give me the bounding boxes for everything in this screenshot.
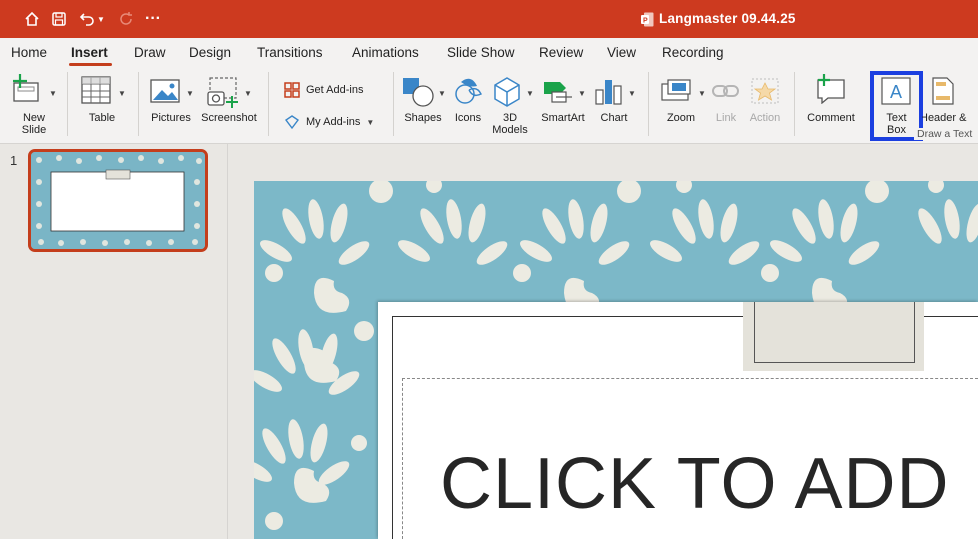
3d-models-label: 3D Models (492, 112, 528, 136)
ribbon-separator (794, 72, 795, 136)
icons-button[interactable]: Icons (451, 74, 485, 128)
card-tab-inner (754, 302, 915, 363)
my-addins-label: My Add-ins (306, 116, 361, 128)
comment-button[interactable]: Comment (804, 74, 858, 128)
chevron-down-icon[interactable]: ▼ (366, 118, 374, 127)
tab-slide-show[interactable]: Slide Show (447, 45, 515, 60)
get-addins-button[interactable]: Get Add-ins (284, 82, 363, 98)
chevron-down-icon[interactable]: ▼ (118, 88, 126, 100)
icons-insert-icon (455, 78, 482, 104)
zoom-button[interactable]: ▼ Zoom (660, 74, 706, 128)
chart-icon (595, 80, 622, 105)
chevron-down-icon[interactable]: ▼ (49, 88, 57, 100)
my-addins-icon (284, 115, 300, 130)
shapes-label: Shapes (404, 112, 442, 124)
action-icon (751, 78, 779, 104)
text-box-tooltip: Draw a Text (914, 128, 976, 140)
smartart-icon (544, 82, 572, 103)
redo-icon[interactable] (116, 9, 136, 29)
get-addins-label: Get Add-ins (306, 84, 364, 96)
chevron-down-icon[interactable]: ▼ (244, 88, 252, 100)
tab-draw[interactable]: Draw (134, 45, 166, 60)
pictures-button[interactable]: ▼ Pictures (146, 74, 198, 128)
3d-models-icon (494, 77, 520, 107)
chevron-down-icon[interactable]: ▼ (438, 88, 446, 100)
chart-label: Chart (600, 112, 628, 124)
chart-button[interactable]: ▼ Chart (594, 74, 638, 128)
tab-recording[interactable]: Recording (662, 45, 724, 60)
pictures-icon (150, 79, 180, 103)
more-icon[interactable]: ··· (143, 9, 163, 29)
chevron-down-icon[interactable]: ▼ (186, 88, 194, 100)
chevron-down-icon[interactable]: ▼ (526, 88, 534, 100)
shapes-icon (403, 78, 434, 107)
ribbon-separator (67, 72, 68, 136)
undo-icon[interactable] (77, 9, 97, 29)
chevron-down-icon[interactable]: ▼ (628, 88, 636, 100)
action-button[interactable]: Action (746, 74, 784, 128)
table-icon (81, 76, 111, 104)
zoom-label: Zoom (666, 112, 696, 124)
smartart-label: SmartArt (541, 112, 585, 124)
tab-animations[interactable]: Animations (352, 45, 419, 60)
comment-label: Comment (807, 112, 855, 124)
comment-icon (817, 74, 845, 104)
slide-number: 1 (10, 153, 18, 168)
icons-label: Icons (454, 112, 482, 124)
3d-models-button[interactable]: ▼ 3D Models (490, 74, 536, 138)
tab-view[interactable]: View (607, 45, 636, 60)
tab-home[interactable]: Home (11, 45, 47, 60)
ribbon-separator (138, 72, 139, 136)
new-slide-icon (13, 74, 39, 102)
my-addins-button[interactable]: My Add-ins ▼ (284, 114, 374, 130)
thumbnail-pattern (31, 152, 205, 249)
link-label: Link (715, 112, 737, 124)
link-button[interactable]: Link (710, 74, 742, 128)
new-slide-label: New Slide (21, 112, 47, 136)
title-bar: ▼ ··· P Langmaster 09.44.25 (0, 0, 978, 38)
header-footer-icon (932, 77, 954, 105)
tab-design[interactable]: Design (189, 45, 231, 60)
smartart-button[interactable]: ▼ SmartArt (538, 74, 594, 128)
save-icon[interactable] (49, 9, 69, 29)
ribbon-separator (268, 72, 269, 136)
new-slide-button[interactable]: ▼ New Slide (8, 74, 60, 138)
tab-review[interactable]: Review (539, 45, 583, 60)
pictures-label: Pictures (151, 112, 191, 124)
table-button[interactable]: ▼ Table (76, 74, 130, 128)
tab-transitions[interactable]: Transitions (257, 45, 323, 60)
addins-store-icon (284, 82, 300, 98)
ribbon-separator (393, 72, 394, 136)
title-placeholder-text[interactable]: CLICK TO ADD (440, 443, 950, 525)
ribbon-separator (648, 72, 649, 136)
svg-text:P: P (643, 18, 648, 25)
tab-insert[interactable]: Insert (71, 45, 108, 60)
link-icon (712, 85, 739, 97)
undo-dropdown-icon[interactable]: ▼ (95, 9, 107, 29)
chevron-down-icon[interactable]: ▼ (578, 88, 586, 100)
slide-thumbnail[interactable] (28, 149, 208, 252)
screenshot-button[interactable]: ▼ Screenshot (200, 74, 260, 128)
header-footer-label: Header & (922, 112, 967, 124)
window-title: Langmaster 09.44.25 (659, 11, 796, 26)
chevron-down-icon[interactable]: ▼ (698, 88, 706, 100)
powerpoint-doc-icon: P (641, 12, 654, 27)
screenshot-label: Screenshot (201, 112, 257, 124)
screenshot-icon (207, 77, 238, 108)
ribbon-tabs: Home Insert Draw Design Transitions Anim… (0, 38, 978, 66)
shapes-button[interactable]: ▼ Shapes (400, 74, 448, 128)
action-label: Action (749, 112, 781, 124)
home-icon[interactable] (22, 9, 42, 29)
table-label: Table (88, 112, 116, 124)
zoom-icon (661, 79, 691, 101)
header-footer-button[interactable]: Header & (922, 74, 978, 128)
